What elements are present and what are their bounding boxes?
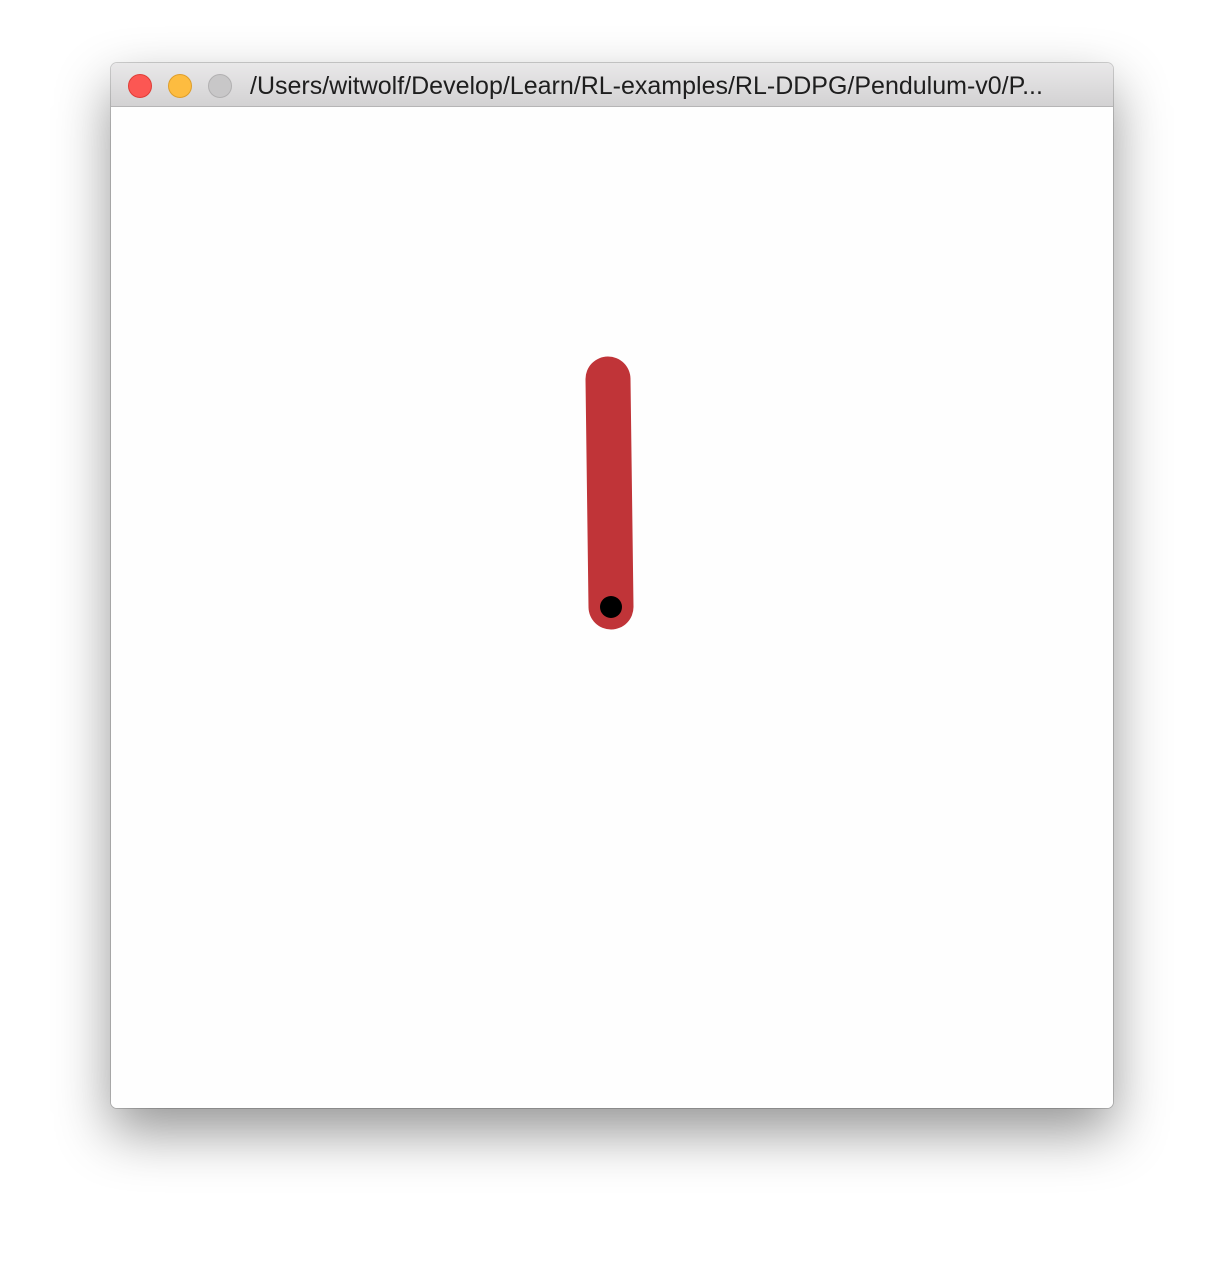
- render-canvas: [111, 107, 1113, 1108]
- pendulum-scene: [585, 356, 634, 630]
- minimize-button[interactable]: [168, 74, 192, 98]
- pendulum-pole: [585, 356, 634, 630]
- zoom-button[interactable]: [208, 74, 232, 98]
- title-bar[interactable]: /Users/witwolf/Develop/Learn/RL-examples…: [111, 63, 1113, 107]
- app-window: /Users/witwolf/Develop/Learn/RL-examples…: [111, 63, 1113, 1108]
- close-button[interactable]: [128, 74, 152, 98]
- pendulum-axle: [600, 596, 622, 618]
- window-title: /Users/witwolf/Develop/Learn/RL-examples…: [250, 72, 1043, 100]
